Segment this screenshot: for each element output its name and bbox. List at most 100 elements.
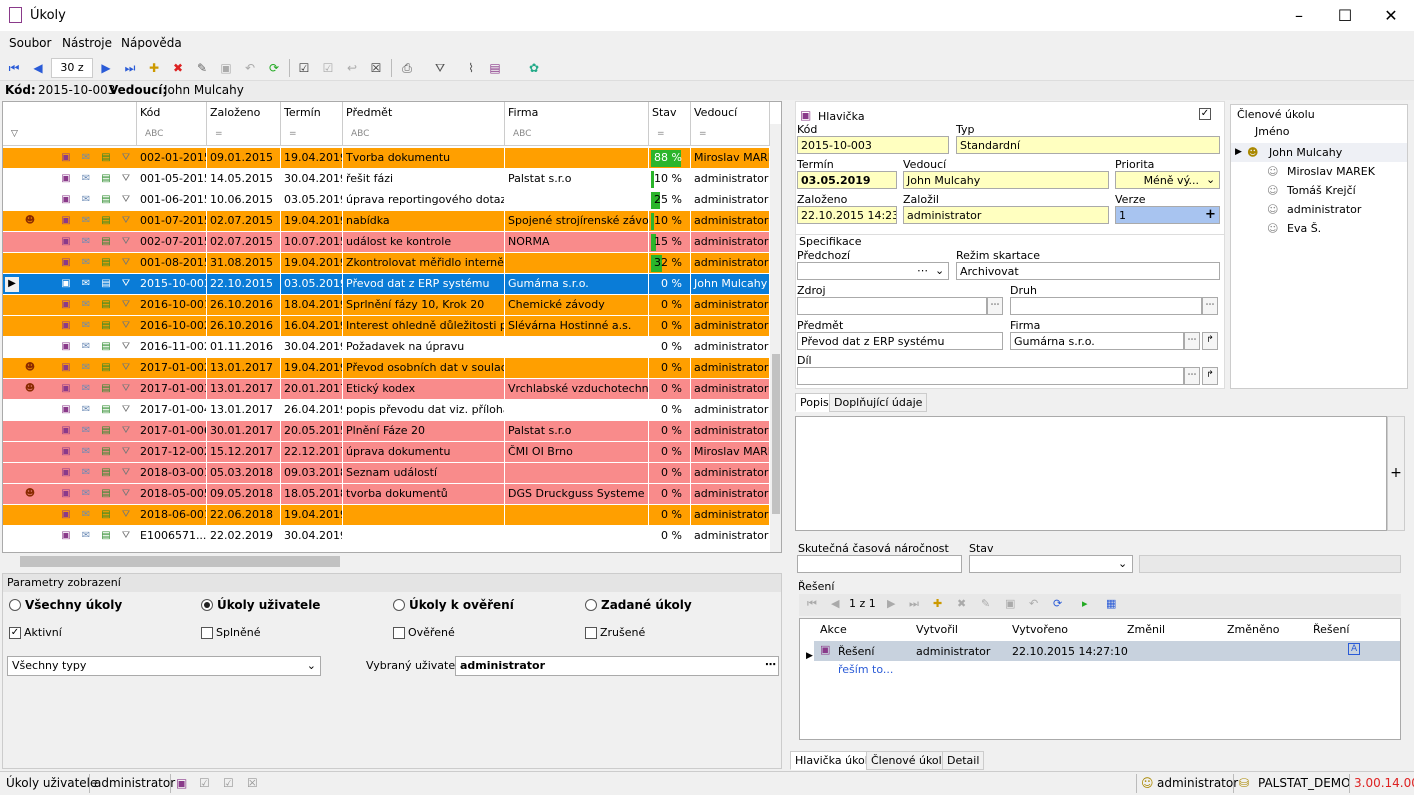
attachment-icon[interactable]: ⌇ [463,60,479,76]
table-row[interactable]: ▣ ✉ ▤ ⛛ 2016-10-002 26.10.2016 16.04.2019 Inter… [3,316,770,337]
header-checkbox[interactable]: ✓ [1199,108,1211,120]
undo-icon[interactable]: ↶ [1029,597,1038,610]
verify-task-icon[interactable]: ☑ [320,60,336,76]
filter-kod[interactable]: ABC [137,124,207,146]
col-stav[interactable]: Stav [649,102,691,124]
filter-firma[interactable]: ABC [505,124,649,146]
table-row[interactable]: ▣ ✉ ▤ ⛛ 002-07-2015 02.07.2015 10.07.2015 událo… [3,232,770,253]
radio-ukoly-uzivatele[interactable] [201,599,213,611]
grid-horizontal-scrollbar[interactable] [2,553,782,570]
filter-zalozeno[interactable]: = [207,124,281,146]
delete-record-icon[interactable]: ✖ [170,60,186,76]
table-row[interactable]: ▣ ✉ ▤ ⛛ 2017-01-004 13.01.2017 26.04.2019 popis… [3,400,770,421]
member-item[interactable]: ☺ Eva Š. [1231,219,1407,238]
prev-record-icon[interactable]: ◀ [30,60,46,76]
next-record-icon[interactable]: ▶ [98,60,114,76]
table-row[interactable]: ▣ ✉ ▤ ⛛ 001-06-2015 10.06.2015 03.05.2019 úprav… [3,190,770,211]
check-splnene[interactable] [201,627,213,639]
tab-doplnujici[interactable]: Doplňující údaje [829,393,928,412]
col-kod[interactable]: Kód [137,102,207,124]
tab-clenove-ukolu[interactable]: Členové úkolu [866,751,954,770]
refresh-icon[interactable]: ⟳ [266,60,282,76]
expand-plus-icon[interactable]: + [1387,416,1405,531]
minimize-button[interactable]: – [1276,0,1322,31]
new-icon[interactable]: ✚ [933,597,942,610]
table-row[interactable]: ☻ ▣ ✉ ▤ ⛛ 2017-01-003 13.01.2017 20.01.2017 Etic… [3,379,770,400]
table-row[interactable]: ▣ ✉ ▤ ⛛ 2018-03-001 05.03.2018 09.03.2018 Sezna… [3,463,770,484]
first-icon[interactable]: ⏮ [807,597,817,611]
reseni-col-vytvoreno[interactable]: Vytvořeno [1012,623,1068,636]
filter-predmet[interactable]: ABC [343,124,505,146]
filter-termin[interactable]: = [281,124,343,146]
check-aktivni[interactable]: ✓ [9,627,21,639]
vedouci-field[interactable]: John Mulcahy [903,171,1109,189]
members-col-jmeno[interactable]: Jméno [1255,125,1289,138]
table-row[interactable]: ▣ ✉ ▤ ⛛ 2018-06-001 22.06.2018 19.04.2019 0 % ad… [3,505,770,526]
stav-select[interactable] [969,555,1133,573]
firma-ellipsis-icon[interactable]: ⋯ [1184,332,1200,350]
print-icon[interactable]: ⎙ [399,60,415,76]
firma-field[interactable]: Gumárna s.r.o. [1010,332,1184,350]
tab-detail[interactable]: Detail [942,751,985,770]
refresh-icon[interactable]: ⟳ [1053,597,1062,610]
table-row[interactable]: ▣ ✉ ▤ ⛛ 2017-12-002 15.12.2017 22.12.2017 úprav… [3,442,770,463]
table-row[interactable]: ☻ ▣ ✉ ▤ ⛛ 2017-01-002 13.01.2017 19.04.2019 Přev… [3,358,770,379]
filter-icon[interactable]: ⛛ [432,60,448,76]
table-row[interactable]: ▣ ✉ ▤ ⛛ 002-01-2015 09.01.2015 19.04.2019 Tvorb… [3,148,770,169]
return-task-icon[interactable]: ↩ [344,60,360,76]
delete-icon[interactable]: ✖ [957,597,966,610]
filter-stav[interactable]: = [649,124,691,146]
first-record-icon[interactable]: ⏮ [6,60,22,76]
tab-popis[interactable]: Popis [795,393,834,412]
last-icon[interactable]: ⏭ [909,597,919,611]
table-row[interactable]: ▣ ✉ ▤ ⛛ 001-08-2015 31.08.2015 19.04.2019 Zkont… [3,253,770,274]
druh-ellipsis-icon[interactable]: ⋯ [1202,297,1218,315]
col-zalozeno[interactable]: Založeno [207,102,281,124]
cancel-task-icon[interactable]: ☒ [368,60,384,76]
member-item[interactable]: ☺ Miroslav MAREK [1231,162,1407,181]
termin-field[interactable]: 03.05.2019 [797,171,897,189]
predchozi-ellipsis-icon[interactable]: ⋯ [917,264,928,277]
col-termin[interactable]: Termín [281,102,343,124]
table-row[interactable]: ▶ ▣ ✉ ▤ ⛛ 2015-10-003 22.10.2015 03.05.2019 Přev… [3,274,770,295]
reseni-col-zmenil[interactable]: Změnil [1127,623,1165,636]
text-icon[interactable]: A [1348,643,1361,655]
menu-nastroje[interactable]: Nástroje [62,36,112,50]
dil-open-icon[interactable]: ↱ [1202,367,1218,385]
user-field[interactable]: administrator ⋯ [455,656,779,676]
report-icon[interactable]: ▤ [487,60,503,76]
col-firma[interactable]: Firma [505,102,649,124]
butterfly-icon[interactable]: ✿ [526,60,542,76]
last-record-icon[interactable]: ⏭ [122,60,138,76]
table-row[interactable]: ▣ ✉ ▤ ⛛ 2017-01-006 30.01.2017 20.05.2015 Plněn… [3,421,770,442]
grid-vertical-scrollbar[interactable] [770,124,781,552]
table-row[interactable]: ▣ ✉ ▤ ⛛ 001-05-2015 14.05.2015 30.04.2019 řešit… [3,169,770,190]
col-vedouci[interactable]: Vedoucí [691,102,770,124]
table-row[interactable]: ▣ ✉ ▤ ⛛ 2016-10-001 26.10.2016 18.04.2019 Sprln… [3,295,770,316]
menu-napoveda[interactable]: Nápověda [121,36,182,50]
typ-field[interactable]: Standardní [956,136,1220,154]
firma-open-icon[interactable]: ↱ [1202,332,1218,350]
reseni-col-reseni[interactable]: Řešení [1313,623,1349,636]
predchozi-chevron-icon[interactable]: ⌄ [935,264,944,277]
type-select[interactable]: Všechny typy ⌄ [7,656,321,676]
priorita-select[interactable]: Méně vý... [1115,171,1220,189]
col-predmet[interactable]: Předmět [343,102,505,124]
reseni-row[interactable]: ▣ Řešení administrator 22.10.2015 14:27:… [814,641,1400,661]
radio-zadane-ukoly[interactable] [585,599,597,611]
save-icon[interactable]: ▣ [218,60,234,76]
zalozeno-field[interactable]: 22.10.2015 14:23:0 [797,206,897,224]
effort-field[interactable] [797,555,962,573]
ellipsis-icon[interactable]: ⋯ [765,658,776,671]
radio-vsechny-ukoly[interactable] [9,599,21,611]
prev-icon[interactable]: ◀ [831,597,839,610]
check-zrusene[interactable] [585,627,597,639]
close-button[interactable]: ✕ [1368,0,1414,31]
filter-vedouci[interactable]: = [691,124,770,146]
reseni-col-zmeneno[interactable]: Změněno [1227,623,1279,636]
maximize-button[interactable]: ☐ [1322,0,1368,31]
filter-row-icon[interactable]: ▽ [3,124,137,146]
undo-icon[interactable]: ↶ [242,60,258,76]
zdroj-field[interactable] [797,297,987,315]
table-row[interactable]: ☻ ▣ ✉ ▤ ⛛ 001-07-2015 02.07.2015 19.04.2019 nabí… [3,211,770,232]
